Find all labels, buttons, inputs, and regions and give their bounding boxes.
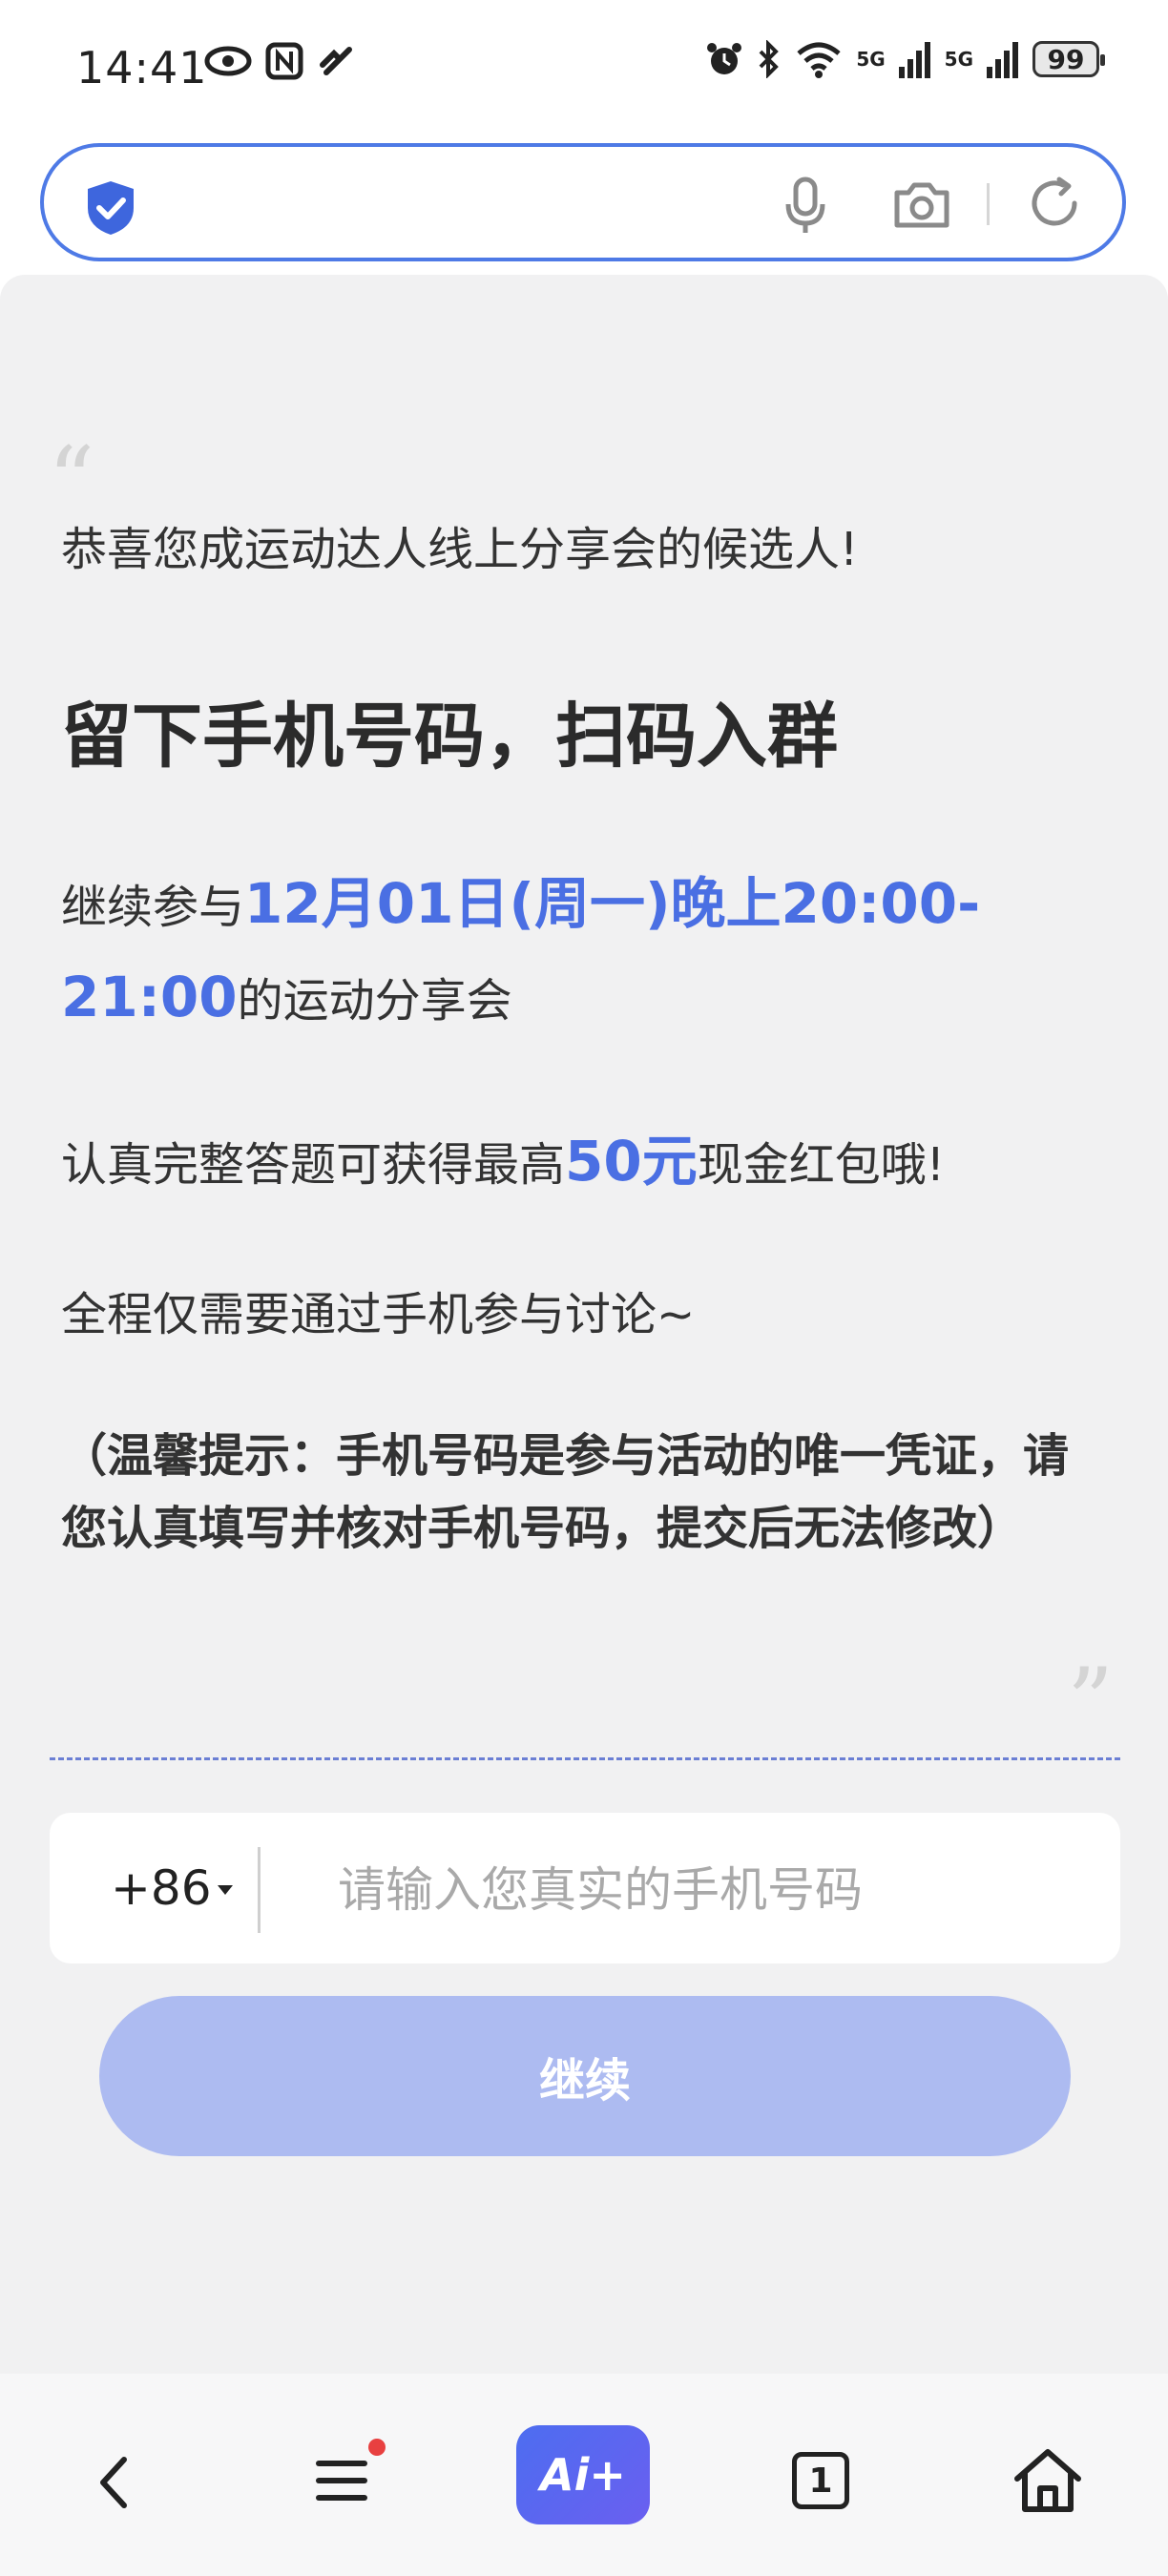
battery-icon: 99	[1032, 41, 1105, 77]
event-time-prefix: 继续参与	[61, 881, 245, 934]
signal-icon	[987, 42, 1018, 78]
wifi-icon	[797, 42, 841, 78]
battery-level: 99	[1047, 43, 1085, 75]
phone-input[interactable]	[336, 1851, 1065, 1929]
link-icon	[320, 47, 352, 75]
address-bar[interactable]	[40, 143, 1126, 261]
tab-count: 1	[808, 2461, 833, 2501]
reward-suffix: 现金红包哦!	[697, 1138, 945, 1192]
bluetooth-icon	[759, 40, 780, 78]
status-bar: 14:41 5G 5G 99	[0, 0, 1168, 134]
signal-label-2: 5G	[944, 48, 973, 71]
signal-label-1: 5G	[856, 48, 886, 71]
close-quote: ”	[1067, 1649, 1115, 1755]
phone-divider	[258, 1847, 261, 1933]
reload-icon[interactable]	[1027, 176, 1082, 231]
reward-text: 认真完整答题可获得最高50元现金红包哦!	[61, 1116, 1111, 1196]
ai-button[interactable]: Ai+	[516, 2425, 650, 2524]
page-heading: 留下手机号码，扫码入群	[61, 696, 838, 778]
signal-icon	[898, 42, 930, 78]
event-time-suffix: 的运动分享会	[237, 974, 512, 1028]
camera-icon[interactable]	[893, 177, 950, 231]
dropdown-arrow-icon[interactable]	[218, 1885, 233, 1895]
continue-button[interactable]: 继续	[99, 1996, 1071, 2156]
ai-label: Ai+	[540, 2449, 626, 2501]
microphone-icon[interactable]	[784, 176, 826, 237]
country-code-select[interactable]: +86	[111, 1860, 212, 1916]
menu-icon[interactable]	[315, 2454, 368, 2507]
phone-form: +86	[50, 1813, 1120, 1963]
tip-text: （温馨提示：手机号码是参与活动的唯一凭证，请您认真填写并核对手机号码，提交后无法…	[61, 1429, 1070, 1555]
alarm-icon	[707, 43, 742, 74]
tabs-button[interactable]: 1	[792, 2452, 849, 2509]
home-icon[interactable]	[1012, 2446, 1084, 2515]
back-icon[interactable]	[88, 2454, 145, 2511]
reward-prefix: 认真完整答题可获得最高	[61, 1138, 566, 1192]
dashed-divider	[50, 1757, 1120, 1760]
nfc-icon	[265, 42, 303, 80]
notification-dot	[368, 2439, 386, 2456]
shield-check-icon[interactable]	[84, 179, 137, 237]
participation-text: 全程仅需要通过手机参与讨论~	[61, 1288, 696, 1341]
bottom-nav: Ai+ 1	[0, 2374, 1168, 2576]
intro-text: 恭喜您成运动达人线上分享会的候选人!	[61, 523, 859, 576]
reward-highlight: 50元	[565, 1129, 698, 1194]
status-time: 14:41	[76, 42, 208, 93]
search-divider	[987, 183, 990, 225]
event-time-text: 继续参与12月01日(周一)晚上20:00-21:00的运动分享会	[61, 859, 1111, 1046]
eye-icon	[204, 46, 252, 76]
